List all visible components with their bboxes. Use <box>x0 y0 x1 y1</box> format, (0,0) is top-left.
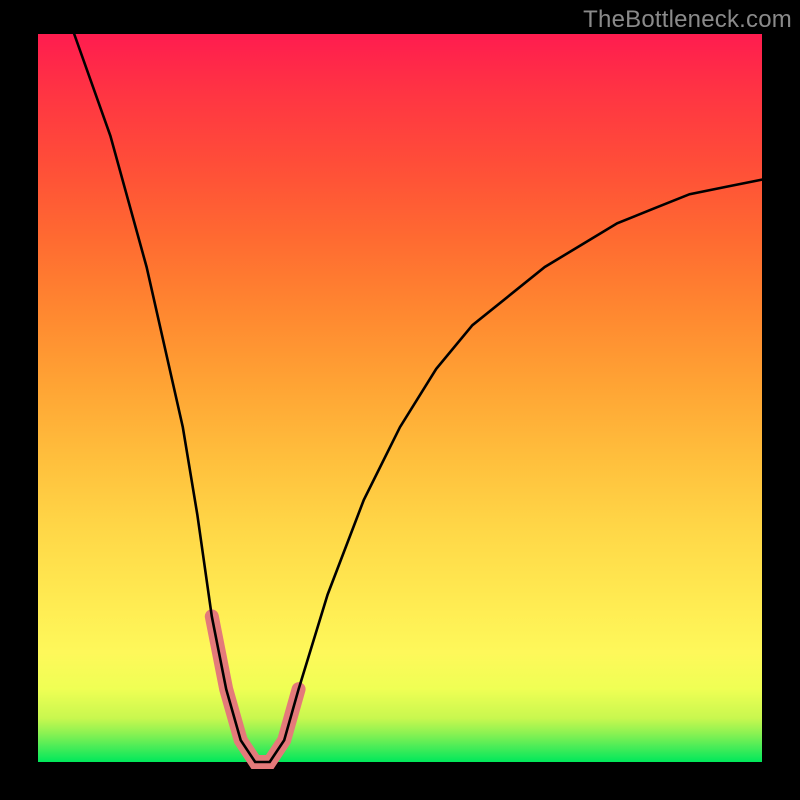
curve-layer <box>38 34 762 762</box>
optimal-range-highlight <box>212 616 299 762</box>
bottleneck-curve <box>74 34 762 762</box>
watermark-text: TheBottleneck.com <box>583 6 792 34</box>
chart-frame: TheBottleneck.com <box>0 0 800 800</box>
